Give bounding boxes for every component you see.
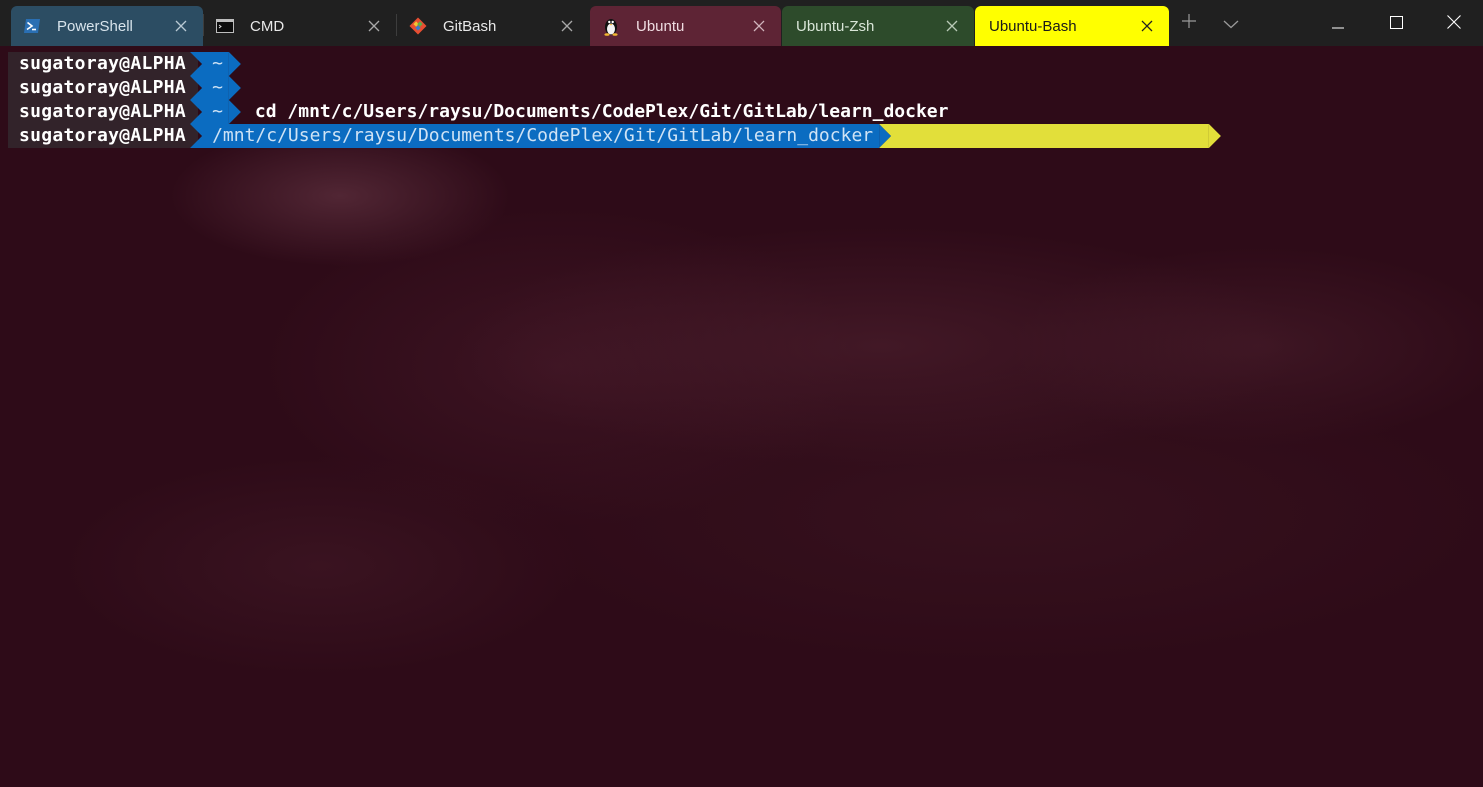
tab-label: Ubuntu-Zsh <box>796 18 875 35</box>
tab-label: Ubuntu <box>636 18 685 35</box>
linux-penguin-icon <box>602 17 620 36</box>
minimize-icon <box>1332 14 1344 33</box>
plus-icon <box>1181 13 1197 33</box>
tab-bar: PowerShell CMD GitBash Ubuntu Ubuntu-Zsh… <box>0 0 1483 46</box>
tab-label: Ubuntu-Bash <box>989 18 1077 35</box>
tab-cmd[interactable]: CMD <box>204 6 396 46</box>
prompt-line: sugatoray@ALPHA ~ <box>8 76 241 100</box>
terminal-pane[interactable]: sugatoray@ALPHA ~ sugatoray@ALPHA ~ suga… <box>0 46 1483 787</box>
powerline-separator <box>228 76 241 100</box>
tab-ubuntu-zsh[interactable]: Ubuntu-Zsh <box>782 6 974 46</box>
close-window-button[interactable] <box>1425 0 1483 46</box>
tab-ubuntu-bash[interactable]: Ubuntu-Bash <box>975 6 1169 46</box>
close-tab-icon[interactable] <box>366 18 382 34</box>
close-icon <box>1447 14 1461 33</box>
tab-label: CMD <box>250 18 285 35</box>
powerline-separator <box>1208 124 1221 148</box>
powerline-separator <box>228 52 241 76</box>
command-text: cd /mnt/c/Users/raysu/Documents/CodePlex… <box>254 101 949 122</box>
powerline-separator <box>228 100 241 124</box>
new-tab-dropdown-button[interactable] <box>1210 0 1252 46</box>
maximize-icon <box>1389 14 1403 33</box>
git-branch-name: master ± <box>1114 173 1201 195</box>
tab-ubuntu[interactable]: Ubuntu <box>590 6 781 46</box>
close-tab-icon[interactable] <box>751 18 767 34</box>
prompt-line: sugatoray@ALPHA ~ cd /mnt/c/Users/raysu/… <box>8 100 948 124</box>
tab-powershell[interactable]: PowerShell <box>11 6 203 46</box>
prompt-directory: /mnt/c/Users/raysu/Documents/CodePlex/Gi… <box>190 124 880 148</box>
maximize-button[interactable] <box>1367 0 1425 46</box>
prompt-user-host: sugatoray@ALPHA <box>8 124 199 148</box>
close-tab-icon[interactable] <box>944 18 960 34</box>
minimize-button[interactable] <box>1309 0 1367 46</box>
prompt-line: sugatoray@ALPHA /mnt/c/Users/raysu/Docum… <box>8 124 1221 148</box>
chevron-down-icon <box>1223 14 1239 33</box>
git-icon <box>409 17 427 35</box>
git-branch-icon <box>984 148 1104 221</box>
tab-label: PowerShell <box>57 18 133 35</box>
close-tab-icon[interactable] <box>173 18 189 34</box>
new-tab-button[interactable] <box>1168 0 1210 46</box>
prompt-user-host: sugatoray@ALPHA <box>8 52 199 76</box>
tab-label: GitBash <box>443 18 497 35</box>
prompt-git-status: master ± <box>879 124 1209 148</box>
cmd-icon <box>216 17 234 35</box>
prompt-line: sugatoray@ALPHA ~ <box>8 52 241 76</box>
close-tab-icon[interactable] <box>559 18 575 34</box>
tab-gitbash[interactable]: GitBash <box>397 6 589 46</box>
close-tab-icon[interactable] <box>1139 18 1155 34</box>
powershell-icon <box>23 17 41 35</box>
prompt-user-host: sugatoray@ALPHA <box>8 76 199 100</box>
terminal-window: PowerShell CMD GitBash Ubuntu Ubuntu-Zsh… <box>0 0 1483 787</box>
prompt-user-host: sugatoray@ALPHA <box>8 100 199 124</box>
